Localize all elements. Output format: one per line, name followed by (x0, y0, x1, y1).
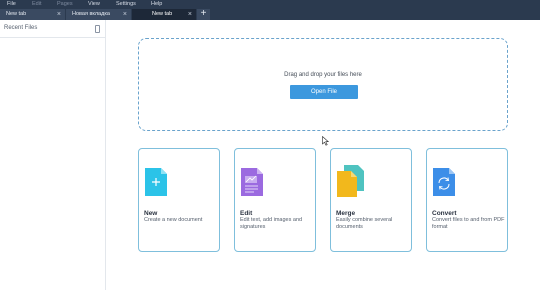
close-icon[interactable]: × (57, 9, 61, 20)
merge-card[interactable]: Merge Easily combine several documents (330, 148, 412, 252)
tab-label: New tab (6, 11, 27, 17)
menu-edit[interactable]: Edit (32, 1, 41, 7)
menu-file[interactable]: File (7, 1, 16, 7)
edit-file-icon (241, 168, 263, 196)
card-title: Merge (336, 210, 356, 217)
open-file-button[interactable]: Open File (290, 85, 358, 99)
menu-view[interactable]: View (88, 1, 100, 7)
tab-1[interactable]: New tab × (0, 9, 65, 20)
card-description: Create a new document (144, 217, 203, 223)
card-title: Edit (240, 210, 253, 217)
convert-file-icon (433, 168, 455, 196)
tab-label: New tab (152, 11, 173, 17)
new-tab-button[interactable]: + (197, 9, 210, 20)
card-description: Easily combine several documents (336, 217, 393, 230)
card-description: Convert files to and from PDF format (432, 217, 505, 230)
merge-files-icon (337, 165, 364, 197)
drop-zone-text: Drag and drop your files here (284, 72, 362, 78)
edit-card[interactable]: Edit Edit text, add images and signature… (234, 148, 316, 252)
close-icon[interactable]: × (123, 9, 127, 20)
menu-settings[interactable]: Settings (116, 1, 136, 7)
card-description: Edit text, add images and signatures (240, 217, 303, 230)
sidebar-header: Recent Files (0, 20, 106, 38)
mouse-cursor-icon (322, 136, 330, 146)
card-title: Convert (432, 210, 457, 217)
sidebar-title: Recent Files (4, 25, 38, 31)
top-bar: File Edit Pages View Settings Help New t… (0, 0, 540, 20)
tab-3-active[interactable]: New tab × (132, 9, 196, 20)
recent-files-sidebar: Recent Files (0, 20, 106, 290)
tab-label: Новая вкладка (72, 11, 110, 17)
close-icon[interactable]: × (188, 9, 192, 20)
menu-help[interactable]: Help (151, 1, 162, 7)
menu-pages[interactable]: Pages (57, 1, 73, 7)
card-title: New (144, 210, 158, 217)
drop-zone[interactable]: Drag and drop your files here Open File (138, 38, 508, 131)
menu-bar: File Edit Pages View Settings Help (0, 0, 540, 8)
tab-2[interactable]: Новая вкладка × (66, 9, 131, 20)
new-document-card[interactable]: New Create a new document (138, 148, 220, 252)
phone-icon[interactable] (95, 25, 100, 33)
new-file-icon (145, 168, 167, 196)
convert-card[interactable]: Convert Convert files to and from PDF fo… (426, 148, 508, 252)
